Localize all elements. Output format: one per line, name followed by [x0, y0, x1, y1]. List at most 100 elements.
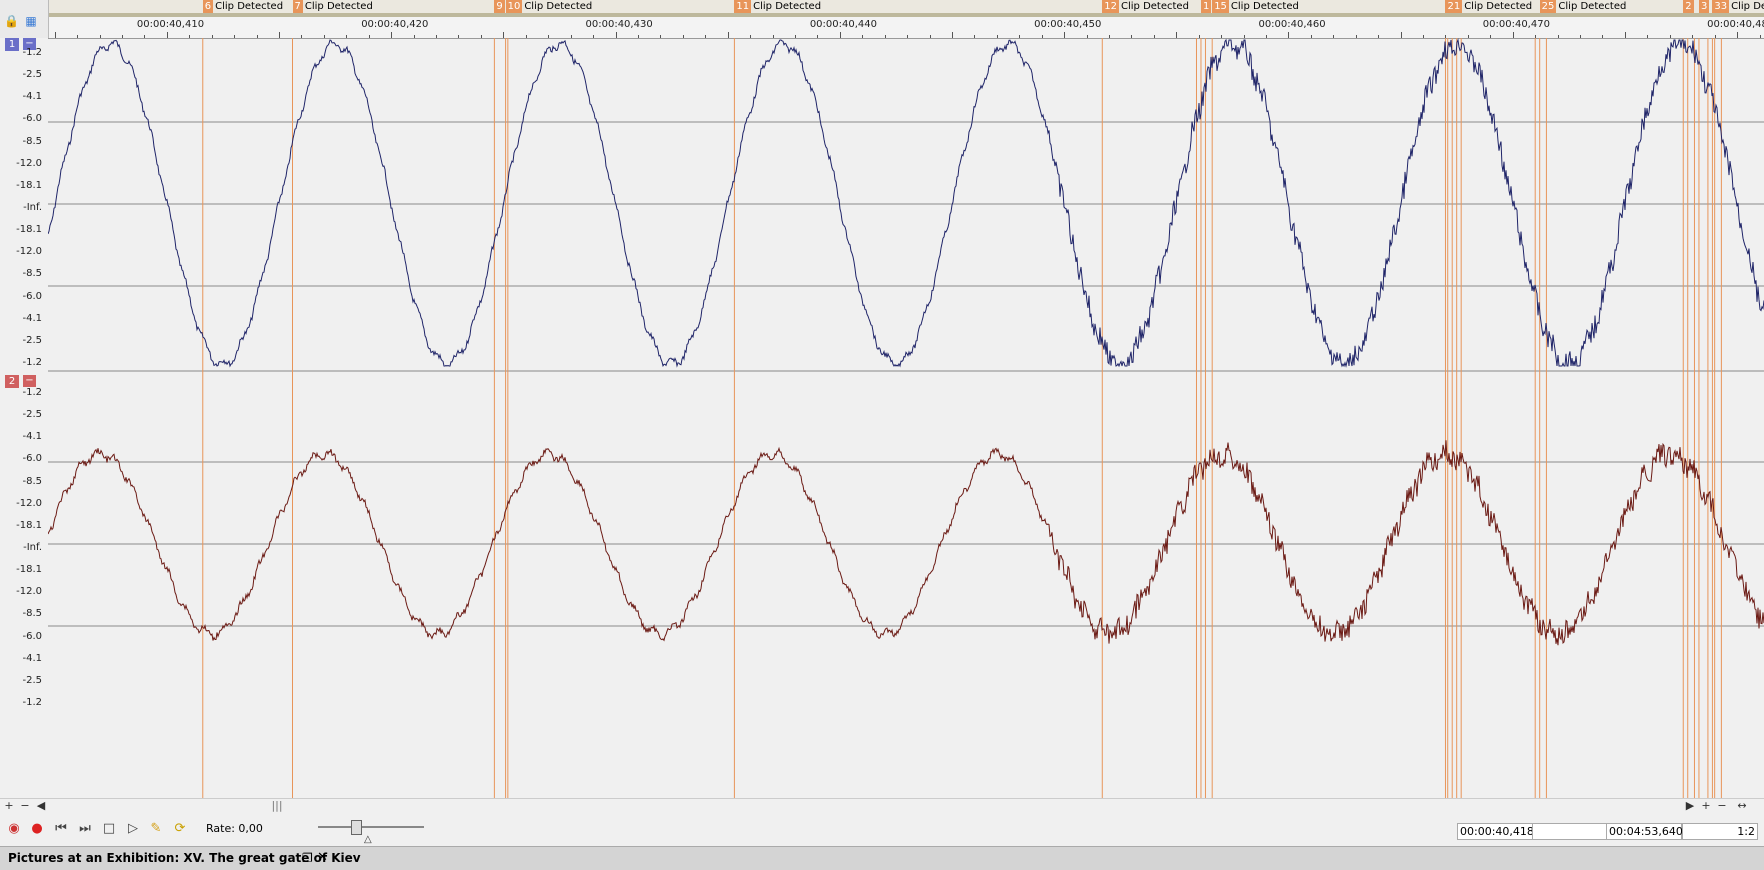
db-scale-label: -Inf.	[23, 542, 42, 553]
time-ruler[interactable]: 00:00:40,410 00:00:40,420 00:00:40,430 00:0…	[48, 17, 1764, 39]
marker-number: 15	[1212, 0, 1229, 13]
db-scale-label: -6.0	[22, 630, 42, 642]
ruler-label: 00:00:40,480	[1707, 19, 1764, 30]
marker-number: 7	[292, 0, 303, 13]
ruler-label: 00:00:40,420	[361, 19, 429, 30]
zoom-in-right-icon[interactable]: +	[1699, 799, 1713, 813]
stop-icon[interactable]: □	[101, 821, 117, 837]
marker-flag[interactable]: 7 Clip Detected	[292, 0, 373, 13]
zoom-out-left-icon[interactable]: −	[18, 799, 32, 813]
scroll-right-icon[interactable]: ▶	[1683, 799, 1697, 813]
db-scale-label: -1.2	[22, 357, 42, 368]
db-scale: 1 − 2 − -1.2 -2.5 -4.1 -6.0 -8.5 -12.0 -18.1 -I…	[0, 38, 48, 798]
marker-flag[interactable]: 10 Clip Detected	[505, 0, 592, 13]
db-scale-label: -18.1	[16, 519, 42, 531]
db-scale-label: -2.5	[22, 69, 42, 81]
close-icon[interactable]: ✕	[317, 850, 328, 865]
record-arm-icon[interactable]: ◉	[6, 821, 22, 837]
ruler-label: 00:00:40,470	[1482, 19, 1550, 30]
channel-2-badge: 2	[5, 375, 19, 388]
lock-icon[interactable]: 🔒	[4, 14, 19, 28]
db-scale-label: -1.2	[22, 47, 42, 58]
rate-label: Rate: 0,00	[206, 822, 263, 835]
channel-2-waveform	[48, 440, 1764, 646]
transport-bar: ◉ ● ⏮ ⏭ □ ▷ ✎ ⟳ Rate: 0,00 △ 00:00:40,41…	[0, 812, 1764, 846]
db-scale-label: -8.5	[22, 475, 42, 487]
horizontal-scrollbar[interactable]: + − ◀ ||| ▶ + − ↔	[0, 798, 1764, 813]
db-scale-label: -12.0	[16, 157, 42, 169]
db-scale-label: -18.1	[16, 224, 42, 236]
marker-number: 12	[1102, 0, 1119, 13]
db-scale-label: -8.5	[22, 608, 42, 620]
db-scale-label: -12.0	[16, 246, 42, 258]
db-scale-label: -1.2	[22, 697, 42, 708]
marker-label: Clip Detected	[304, 1, 373, 12]
go-to-start-icon[interactable]: ⏮	[53, 821, 69, 837]
marker-number: 21	[1445, 0, 1463, 13]
db-scale-label: -18.1	[16, 179, 42, 191]
db-scale-label: -12.0	[16, 586, 42, 598]
db-scale-label: -4.1	[22, 312, 42, 324]
channel-1-waveform	[48, 38, 1764, 368]
rate-center-mark: △	[364, 834, 372, 845]
ruler-label: 00:00:40,450	[1034, 19, 1102, 30]
marker-flag[interactable]: 12 Clip Detected	[1102, 0, 1189, 13]
db-scale-label: -18.1	[16, 564, 42, 576]
db-scale-label: -8.5	[22, 268, 42, 280]
marker-flag[interactable]: 2	[1683, 0, 1694, 13]
loop-icon[interactable]: ⟳	[172, 821, 188, 837]
marker-label: Clip Detected	[1558, 1, 1627, 12]
cursor-time-field[interactable]: 00:00:40,418	[1457, 823, 1534, 840]
marker-number: 6	[202, 0, 214, 13]
marker-number: 3	[1698, 0, 1710, 13]
auto-scroll-icon[interactable]: ✎	[148, 821, 164, 837]
db-scale-label: -6.0	[22, 290, 42, 302]
go-to-end-icon[interactable]: ⏭	[77, 821, 93, 837]
marker-flag[interactable]: 1	[1200, 0, 1212, 13]
marker-flag[interactable]: 15 Clip Detected	[1212, 0, 1299, 13]
record-icon[interactable]: ●	[29, 821, 45, 837]
marker-flag[interactable]: 9	[494, 0, 505, 13]
marker-flag[interactable]: 6 Clip Detected	[202, 0, 284, 13]
scroll-left-icon[interactable]: ◀	[34, 799, 48, 813]
rate-slider-track[interactable]	[318, 826, 424, 828]
marker-flag[interactable]: 11 Clip Detected	[734, 0, 821, 13]
db-scale-label: -4.1	[22, 431, 42, 443]
marker-label: Clip Detected	[215, 1, 284, 12]
restore-icon[interactable]: ❐	[302, 851, 313, 865]
channel-2-collapse-button[interactable]: −	[23, 375, 36, 387]
marker-label: Clip Detected	[1731, 1, 1764, 12]
marker-label: Clip Detected	[753, 1, 822, 12]
db-scale-label: -12.0	[16, 497, 42, 509]
db-scale-label: -4.1	[22, 91, 42, 103]
marker-number: 25	[1539, 0, 1557, 13]
document-tab-bar: Pictures at an Exhibition: XV. The great…	[0, 846, 1764, 870]
marker-flag[interactable]: 33Clip Detected	[1712, 0, 1764, 13]
ruler-label: 00:00:40,440	[809, 19, 877, 30]
timeline-corner: 🔒 ▦	[0, 0, 49, 38]
scroll-thumb[interactable]: |||	[270, 799, 284, 813]
rate-slider-thumb[interactable]	[351, 820, 362, 835]
marker-flag[interactable]: 21 Clip Detected	[1445, 0, 1532, 13]
snap-icon[interactable]: ▦	[24, 14, 38, 28]
zoom-ratio-field[interactable]: 1:2	[1682, 823, 1758, 840]
marker-number: 9	[494, 0, 505, 13]
length-field[interactable]: 00:04:53,640	[1606, 823, 1683, 840]
ruler-label: 00:00:40,410	[136, 19, 205, 30]
db-scale-label: -2.5	[22, 334, 42, 346]
marker-flag[interactable]: 25 Clip Detected	[1539, 0, 1627, 13]
db-scale-label: -Inf.	[23, 202, 42, 213]
zoom-in-left-icon[interactable]: +	[2, 799, 16, 813]
marker-number: 1	[1200, 0, 1212, 13]
play-icon[interactable]: ▷	[125, 821, 141, 837]
zoom-out-right-icon[interactable]: −	[1715, 799, 1729, 813]
db-scale-label: -6.0	[22, 113, 42, 125]
waveform-view[interactable]	[48, 38, 1764, 798]
expand-view-icon[interactable]: ↔	[1735, 799, 1749, 813]
ruler-label: 00:00:40,430	[585, 19, 653, 30]
marker-label: Clip Detected	[1121, 1, 1189, 12]
marker-flag[interactable]: 3	[1698, 0, 1710, 13]
db-scale-label: -2.5	[22, 409, 42, 421]
db-scale-label: -1.2	[22, 387, 42, 398]
selection-field[interactable]	[1532, 823, 1608, 840]
